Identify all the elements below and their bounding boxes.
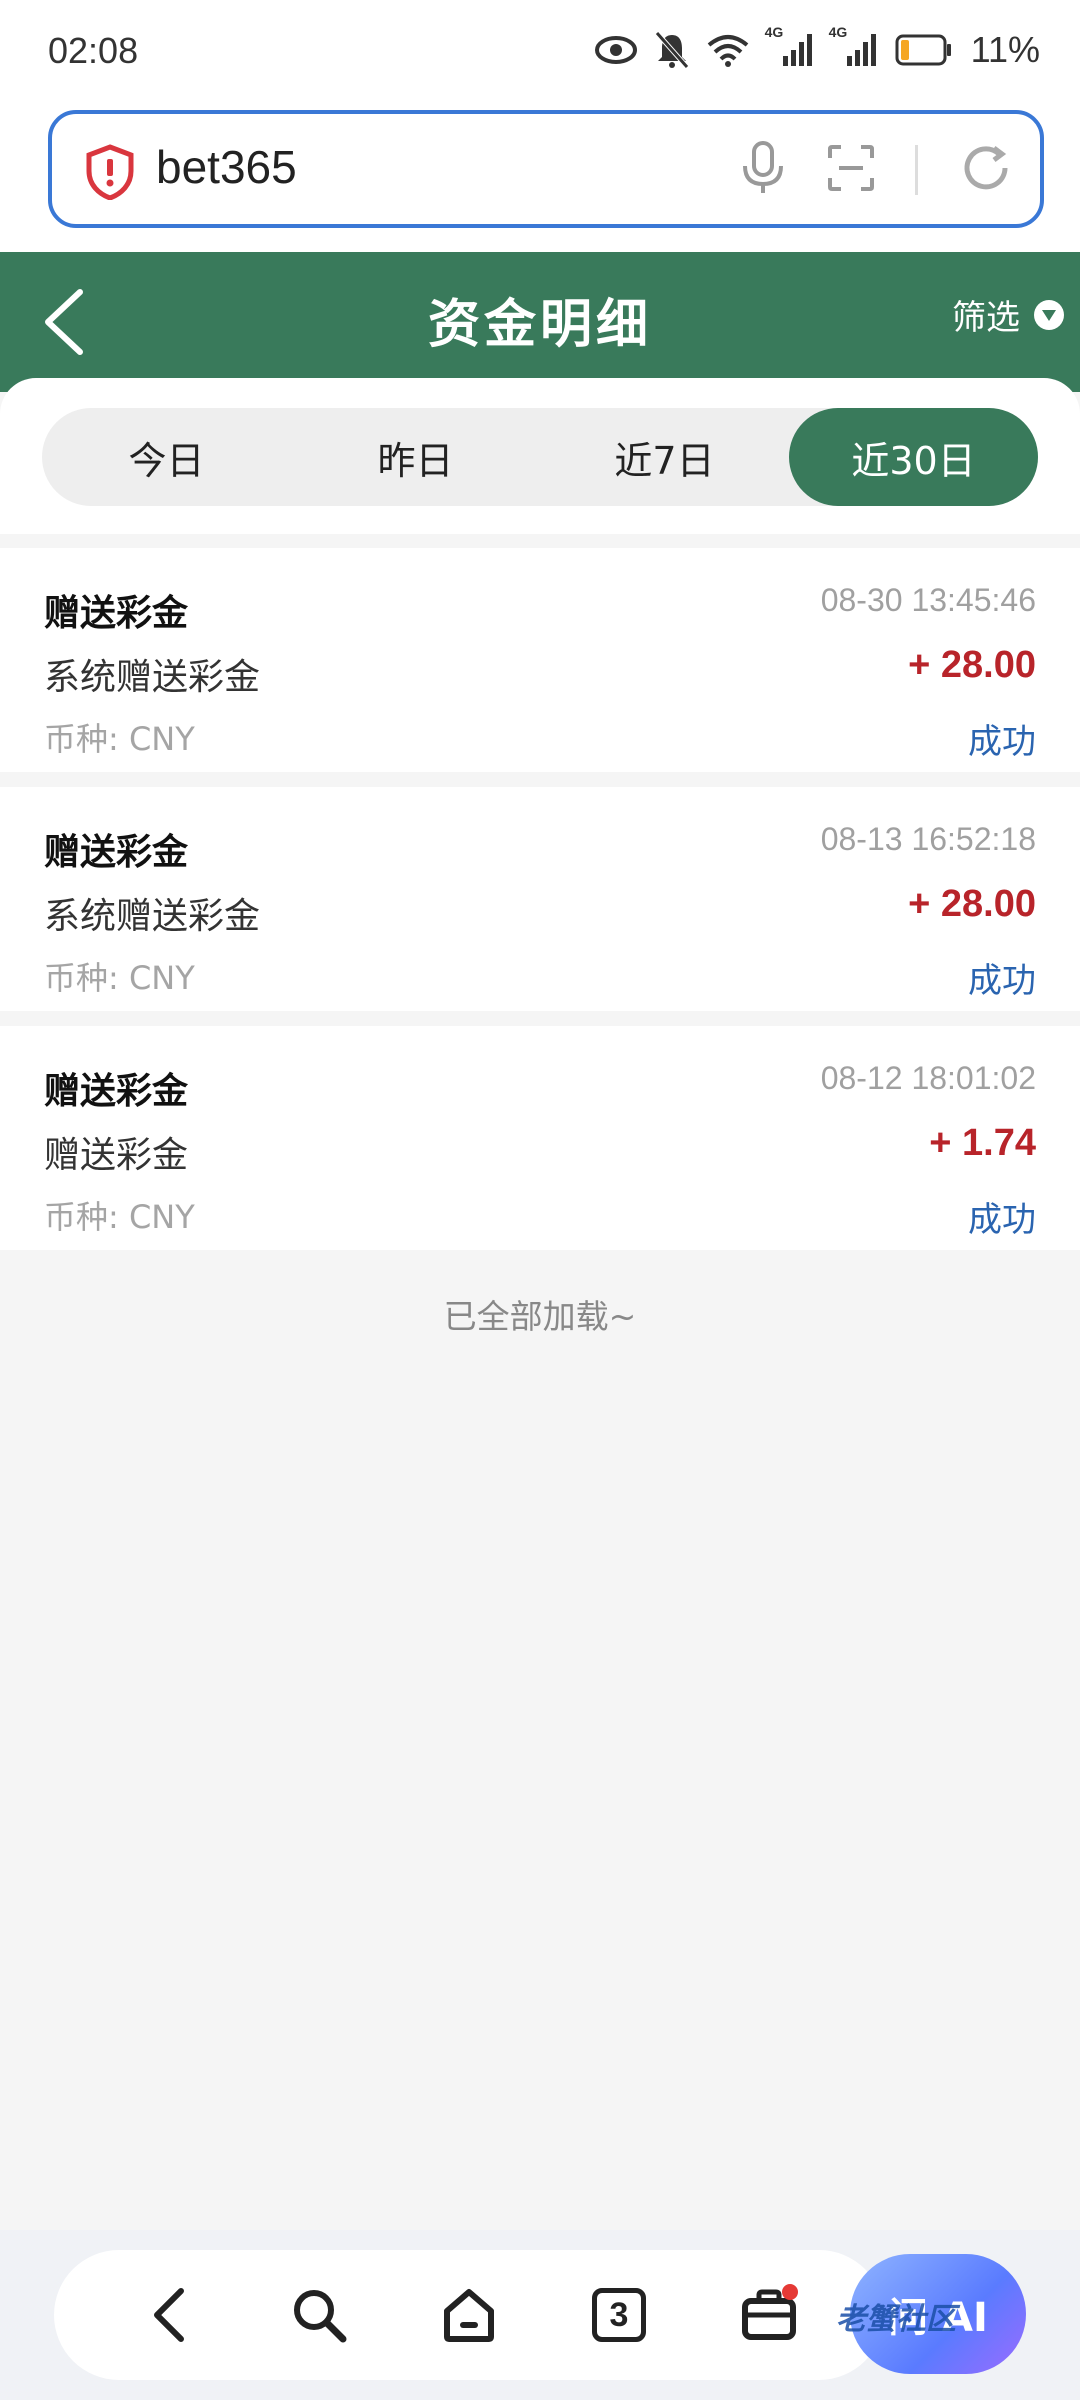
address-actions xyxy=(739,136,1014,204)
shield-warning-icon[interactable] xyxy=(84,144,136,201)
nav-pill: 3 xyxy=(54,2250,884,2380)
date-range-tabs: 今日 昨日 近7日 近30日 xyxy=(42,408,1038,506)
nav-back-icon[interactable] xyxy=(134,2280,204,2350)
tab-today[interactable]: 今日 xyxy=(42,408,291,506)
tabs-button[interactable]: 3 xyxy=(584,2280,654,2350)
record-type: 赠送彩金 xyxy=(44,593,189,634)
tab-count: 3 xyxy=(592,2288,646,2342)
list-item[interactable]: 赠送彩金 08-30 13:45:46 系统赠送彩金 + 28.00 币种: C… xyxy=(0,548,1080,772)
record-description: 赠送彩金 xyxy=(44,1135,189,1176)
filter-label: 筛选 xyxy=(952,298,1020,338)
end-of-list-text: 已全部加载~ xyxy=(443,1297,637,1336)
record-amount: + 28.00 xyxy=(908,883,1036,925)
notification-dot xyxy=(782,2284,798,2300)
list-item[interactable]: 赠送彩金 08-12 18:01:02 赠送彩金 + 1.74 币种: CNY … xyxy=(0,1026,1080,1250)
search-icon[interactable] xyxy=(284,2280,354,2350)
microphone-icon[interactable] xyxy=(739,140,787,200)
record-time: 08-12 18:01:02 xyxy=(820,1060,1036,1096)
record-time: 08-30 13:45:46 xyxy=(820,582,1036,618)
record-amount: + 1.74 xyxy=(929,1122,1036,1164)
battery-percent: 11% xyxy=(970,29,1040,70)
address-bar[interactable]: bet365 xyxy=(48,110,1044,228)
record-status: 成功 xyxy=(968,722,1036,762)
scan-icon[interactable] xyxy=(827,144,875,196)
date-range-panel: 今日 昨日 近7日 近30日 xyxy=(0,378,1080,534)
tab-yesterday[interactable]: 昨日 xyxy=(291,408,540,506)
briefcase-icon[interactable] xyxy=(734,2280,804,2350)
refresh-icon[interactable] xyxy=(958,140,1014,200)
eye-icon xyxy=(594,35,637,65)
transaction-list: 赠送彩金 08-30 13:45:46 系统赠送彩金 + 28.00 币种: C… xyxy=(0,548,1080,1265)
app-header: 资金明细 筛选 xyxy=(0,252,1080,392)
wifi-icon xyxy=(707,33,749,67)
record-status: 成功 xyxy=(968,1200,1036,1240)
record-status: 成功 xyxy=(968,961,1036,1001)
tab-last-30-days[interactable]: 近30日 xyxy=(789,408,1038,506)
record-amount: + 28.00 xyxy=(908,644,1036,686)
home-icon[interactable] xyxy=(434,2280,504,2350)
status-icons: 4G 4G 11% xyxy=(594,24,1040,72)
battery-icon xyxy=(895,34,953,66)
network-type-label: 4G xyxy=(764,24,784,40)
signal-icon-2: 4G xyxy=(829,24,877,68)
address-text[interactable]: bet365 xyxy=(156,140,297,194)
page-title: 资金明细 xyxy=(427,295,652,355)
list-item[interactable]: 赠送彩金 08-13 16:52:18 系统赠送彩金 + 28.00 币种: C… xyxy=(0,787,1080,1011)
network-type-label: 4G xyxy=(828,24,848,40)
tab-last-7-days[interactable]: 近7日 xyxy=(540,408,789,506)
record-type: 赠送彩金 xyxy=(44,1071,189,1112)
record-description: 系统赠送彩金 xyxy=(44,657,261,698)
signal-icon-1: 4G xyxy=(765,24,813,68)
record-type: 赠送彩金 xyxy=(44,832,189,873)
record-currency: 币种: CNY xyxy=(44,1198,195,1236)
record-currency: 币种: CNY xyxy=(44,959,195,997)
status-bar: 02:08 4G 4G 11% xyxy=(0,0,1080,100)
record-time: 08-13 16:52:18 xyxy=(820,821,1036,857)
browser-toolbar: bet365 xyxy=(0,100,1080,252)
watermark-logo: 老蟹社区 xyxy=(836,2302,956,2337)
record-currency: 币种: CNY xyxy=(44,720,195,758)
record-description: 系统赠送彩金 xyxy=(44,896,261,937)
divider xyxy=(915,145,918,195)
status-time: 02:08 xyxy=(48,30,139,71)
mute-bell-icon xyxy=(654,31,689,69)
filter-button[interactable]: 筛选 xyxy=(952,290,1064,339)
dropdown-icon xyxy=(1034,299,1064,330)
